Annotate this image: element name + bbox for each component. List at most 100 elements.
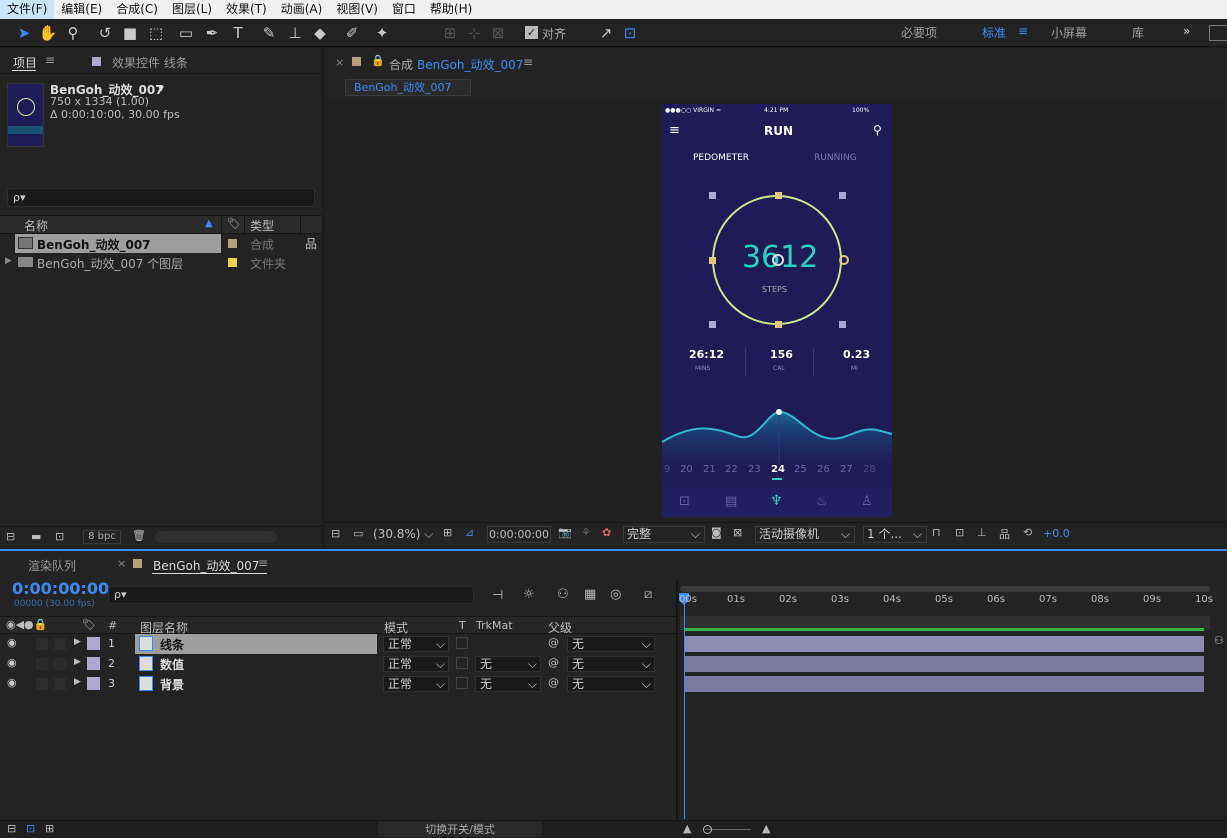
more-workspaces-icon[interactable]: » bbox=[1183, 24, 1190, 38]
tab-render-queue[interactable]: 渲染队列 bbox=[28, 557, 76, 574]
date-item-active[interactable]: 24 bbox=[771, 464, 785, 475]
solo-toggle[interactable] bbox=[36, 678, 48, 690]
zoom-in-icon[interactable]: ▲ bbox=[762, 822, 770, 835]
label-color-swatch[interactable] bbox=[228, 258, 237, 267]
channel-icon[interactable]: ✿ bbox=[602, 526, 611, 539]
zoom-out-icon[interactable]: ▲ bbox=[683, 822, 691, 835]
safe-zones-icon[interactable]: ⊞ bbox=[443, 526, 452, 539]
menu-view[interactable]: 视图(V) bbox=[329, 0, 385, 19]
preserve-transparency-checkbox[interactable] bbox=[456, 637, 468, 649]
transform-handle[interactable] bbox=[839, 192, 846, 199]
rotate-tool-icon[interactable]: ↺ bbox=[95, 23, 115, 43]
lock-toggle[interactable] bbox=[54, 678, 66, 690]
project-menu-icon[interactable]: ≡ bbox=[45, 53, 55, 67]
anchor-point-icon[interactable] bbox=[772, 254, 784, 266]
date-item[interactable]: 23 bbox=[748, 464, 761, 475]
menu-animation[interactable]: 动画(A) bbox=[274, 0, 330, 19]
workspace-library[interactable]: 库 bbox=[1132, 24, 1144, 41]
new-folder-icon[interactable]: ▬ bbox=[31, 530, 41, 543]
region-of-interest-icon[interactable]: ◙ bbox=[711, 526, 722, 539]
layer-switches-icon[interactable]: ⊟ bbox=[7, 822, 16, 835]
menu-effect[interactable]: 效果(T) bbox=[219, 0, 274, 19]
column-name-header[interactable]: 名称 bbox=[24, 217, 48, 234]
search-help-field[interactable] bbox=[1209, 25, 1227, 41]
lock-toggle[interactable] bbox=[54, 658, 66, 670]
transform-handle[interactable] bbox=[775, 192, 782, 199]
rectangle-tool-icon[interactable]: ▭ bbox=[176, 23, 196, 43]
toggle-switches-modes-button[interactable]: 切换开关/模式 bbox=[378, 822, 542, 837]
interpret-footage-icon[interactable]: ⊟ bbox=[6, 530, 15, 543]
label-color-swatch[interactable] bbox=[228, 239, 237, 248]
current-time-indicator[interactable] bbox=[684, 593, 685, 819]
layer-search-input[interactable]: ρ▾ bbox=[108, 586, 474, 604]
date-item[interactable]: 26 bbox=[817, 464, 830, 475]
mask-visibility-icon[interactable]: ⊿ bbox=[465, 526, 474, 539]
timeline-toggle-icon[interactable]: ⊥ bbox=[977, 526, 987, 539]
transform-handle[interactable] bbox=[775, 321, 782, 328]
comp-button-icon[interactable]: ⚇ bbox=[1214, 634, 1224, 647]
layer-name[interactable]: 数值 bbox=[160, 656, 184, 673]
workspace-small-screen[interactable]: 小屏幕 bbox=[1051, 24, 1087, 41]
monitor-icon[interactable]: ▭ bbox=[353, 527, 363, 540]
blend-mode-dropdown[interactable]: 正常 ⌵ bbox=[383, 636, 449, 652]
layer-duration-bar[interactable] bbox=[685, 656, 1204, 672]
visibility-eye-icon[interactable]: ◉ bbox=[7, 656, 17, 669]
selection-tool-icon[interactable]: ➤ bbox=[14, 23, 34, 43]
always-preview-icon[interactable]: ⊟ bbox=[331, 527, 340, 540]
world-axis-icon[interactable]: ⊹ bbox=[464, 23, 484, 43]
toggle-pixel-aspect-icon[interactable]: ⊓ bbox=[932, 526, 941, 539]
shy-layers-icon[interactable]: ⚇ bbox=[557, 587, 569, 602]
menu-file[interactable]: 文件(F) bbox=[0, 0, 55, 19]
label-color-swatch[interactable] bbox=[87, 637, 100, 650]
tab-pedometer[interactable]: PEDOMETER bbox=[693, 153, 749, 163]
visibility-eye-icon[interactable]: ◉ bbox=[7, 676, 17, 689]
layer-name[interactable]: 背景 bbox=[160, 676, 184, 693]
layer-duration-bar[interactable] bbox=[685, 636, 1204, 652]
label-color-swatch[interactable] bbox=[87, 677, 100, 690]
layer-row[interactable]: ◉ ▶ 2 数值 正常 ⌵ 无 ⌵ @ 无 ⌵ bbox=[0, 654, 676, 674]
expand-arrow-icon[interactable]: ▶ bbox=[5, 256, 12, 266]
blend-mode-dropdown[interactable]: 正常 ⌵ bbox=[383, 676, 449, 692]
local-axis-icon[interactable]: ⊞ bbox=[440, 23, 460, 43]
pick-whip-icon[interactable]: @ bbox=[548, 636, 559, 649]
snap-icon[interactable]: ↗ bbox=[596, 23, 616, 43]
hamburger-menu-icon[interactable]: ≡ bbox=[669, 123, 680, 138]
lock-toggle[interactable] bbox=[54, 638, 66, 650]
list-nav-icon[interactable]: ▤ bbox=[725, 494, 737, 509]
show-snapshot-icon[interactable]: ⚘ bbox=[581, 526, 591, 539]
zoom-dropdown[interactable]: (30.8%) ⌵ bbox=[373, 527, 433, 542]
project-item-row[interactable]: ▶ BenGoh_动效_007 个图层 文件夹 bbox=[0, 253, 322, 272]
zoom-tool-icon[interactable]: ⚲ bbox=[63, 23, 83, 43]
expand-arrow-icon[interactable]: ▶ bbox=[74, 637, 81, 647]
reset-exposure-icon[interactable]: ⟲ bbox=[1023, 526, 1032, 539]
pen-tool-icon[interactable]: ✒ bbox=[202, 23, 222, 43]
parent-dropdown[interactable]: 无 ⌵ bbox=[567, 656, 655, 672]
bit-depth-button[interactable]: 8 bpc bbox=[83, 530, 121, 544]
viewer-menu-icon[interactable]: ≡ bbox=[523, 55, 533, 69]
snapshot-icon[interactable]: 📷 bbox=[558, 526, 572, 539]
menu-edit[interactable]: 编辑(E) bbox=[54, 0, 109, 19]
date-item[interactable]: 27 bbox=[840, 464, 853, 475]
puppet-pin-tool-icon[interactable]: ✦ bbox=[372, 23, 392, 43]
workspace-menu-icon[interactable]: ≡ bbox=[1018, 24, 1028, 38]
camera-dropdown[interactable]: 活动摄像机 ⌵ bbox=[755, 526, 855, 543]
date-item[interactable]: 28 bbox=[863, 464, 876, 475]
menu-window[interactable]: 窗口 bbox=[385, 0, 423, 19]
project-search-input[interactable]: ρ▾ bbox=[7, 188, 315, 207]
current-time-field[interactable]: 0:00:00:00 bbox=[487, 526, 551, 543]
flowchart-icon[interactable]: 品 bbox=[999, 526, 1010, 542]
new-composition-icon[interactable]: ⊡ bbox=[55, 530, 64, 543]
transform-handle[interactable] bbox=[839, 321, 846, 328]
pick-whip-icon[interactable]: @ bbox=[548, 656, 559, 669]
menu-composition[interactable]: 合成(C) bbox=[109, 0, 165, 19]
text-tool-icon[interactable]: T bbox=[228, 23, 248, 43]
date-item[interactable]: 9 bbox=[664, 464, 670, 475]
user-nav-icon[interactable]: ♙ bbox=[861, 494, 873, 509]
tab-effect-controls[interactable]: 效果控件 线条 bbox=[112, 54, 188, 71]
visibility-eye-icon[interactable]: ◉ bbox=[7, 636, 17, 649]
trkmat-dropdown[interactable]: 无 ⌵ bbox=[475, 676, 541, 692]
project-scrollbar[interactable] bbox=[155, 531, 277, 543]
graph-editor-icon[interactable]: ⧄ bbox=[644, 587, 652, 602]
solo-toggle[interactable] bbox=[36, 658, 48, 670]
av-features-icon[interactable]: ◉◀●🔒 bbox=[6, 618, 47, 631]
